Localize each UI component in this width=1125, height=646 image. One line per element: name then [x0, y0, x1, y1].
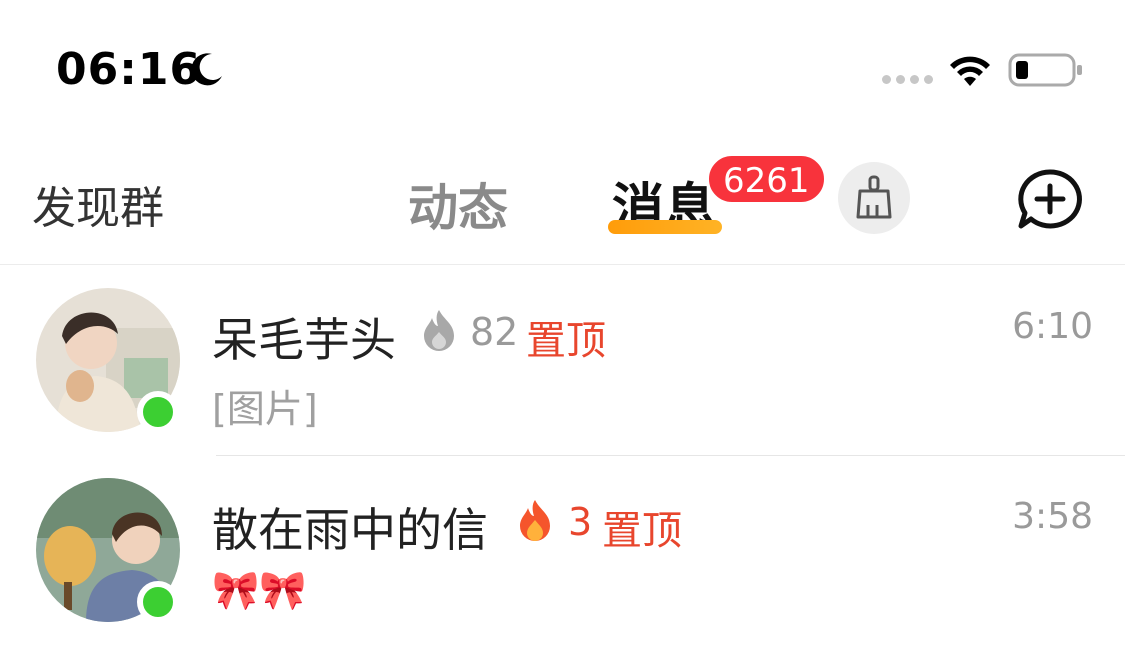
streak-count: 82 [470, 310, 519, 354]
chat-add-icon[interactable] [1015, 166, 1085, 236]
active-tab-indicator [608, 220, 722, 234]
top-nav-bar: 发现群 动态 消息 6261 [0, 130, 1125, 265]
contact-name: 呆毛芋头 [212, 313, 396, 367]
status-bar: 06:16 [0, 0, 1125, 130]
status-time: 06:16 [56, 44, 202, 95]
tab-feed[interactable]: 动态 [408, 168, 508, 240]
online-status-indicator [137, 391, 179, 433]
pinned-label: 置顶 [602, 508, 682, 554]
online-status-indicator [137, 581, 179, 623]
message-preview: [图片] [212, 387, 318, 431]
chat-list-item[interactable]: 呆毛芋头 82 置顶 6:10 [图片] [0, 266, 1125, 456]
moon-icon [191, 53, 222, 86]
broom-icon [856, 175, 892, 219]
streak-count: 3 [568, 500, 593, 544]
signal-dots-icon [882, 75, 933, 84]
message-preview: 🎀🎀 [212, 568, 307, 612]
chat-list-item[interactable]: 散在雨中的信 3 置顶 3:58 🎀🎀 [0, 456, 1125, 646]
pinned-label: 置顶 [526, 318, 606, 364]
unread-count-badge: 6261 [707, 154, 826, 204]
clear-unread-button[interactable] [838, 162, 910, 234]
contact-name: 散在雨中的信 [212, 503, 488, 557]
battery-icon [1008, 53, 1082, 87]
wifi-icon [950, 56, 990, 86]
flame-gray-icon [424, 310, 454, 351]
flame-orange-icon [520, 500, 550, 541]
message-time: 3:58 [1012, 496, 1093, 537]
discover-groups-link[interactable]: 发现群 [32, 172, 164, 236]
chat-list: 呆毛芋头 82 置顶 6:10 [图片] 散在雨中的信 3 置顶 3:58 🎀🎀 [0, 266, 1125, 646]
message-time: 6:10 [1012, 306, 1093, 347]
